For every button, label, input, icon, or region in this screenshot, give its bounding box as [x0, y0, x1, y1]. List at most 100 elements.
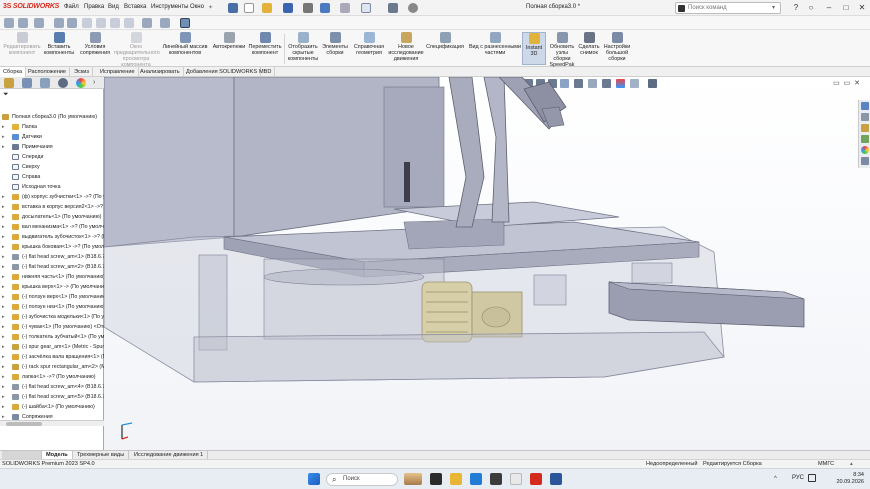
- insert-components-button[interactable]: Вставить компоненты: [42, 32, 76, 56]
- tree-item[interactable]: ▸ (-) чувак<1> (По умолчанию) <Отображени…: [0, 322, 104, 332]
- assembly-features-button[interactable]: Элементы сборки: [320, 32, 350, 56]
- back-icon[interactable]: [4, 18, 14, 28]
- expand-chevron-icon[interactable]: ▸: [2, 312, 5, 322]
- component-preview-button[interactable]: Окно предварительного просмотра компонен…: [114, 32, 160, 68]
- file-explorer-icon[interactable]: [861, 124, 869, 132]
- tree-item[interactable]: ▸ (-) rack spur rectangular_am<2> (Metric…: [0, 362, 104, 372]
- edge-browser-icon[interactable]: [470, 473, 482, 485]
- tree-item[interactable]: ▸ лапка<1> ->? (По умолчанию): [0, 372, 104, 382]
- expand-chevron-icon[interactable]: ▸: [2, 332, 5, 342]
- tab-layout[interactable]: Расположение: [25, 67, 71, 77]
- linear-pattern-button[interactable]: Линейный массив компонентов: [160, 32, 210, 56]
- filter-icon[interactable]: [67, 18, 77, 28]
- home-icon[interactable]: [228, 3, 238, 13]
- appearances-icon[interactable]: [861, 146, 869, 154]
- housing-left-wall[interactable]: [104, 77, 235, 248]
- spur-gear[interactable]: [421, 281, 473, 343]
- expand-chevron-icon[interactable]: ▸: [2, 292, 5, 302]
- expand-chevron-icon[interactable]: ▸: [2, 272, 5, 282]
- expand-chevron-icon[interactable]: ▸: [2, 122, 5, 132]
- tree-item[interactable]: ▸ (-) ползун низ<1> (По умолчанию): [0, 302, 104, 312]
- tree-item[interactable]: ▸ крышка верх<1> -> (По умолчанию): [0, 282, 104, 292]
- tab-mbd[interactable]: MBD: [256, 67, 276, 77]
- tree-item[interactable]: ▸ (-) flat head screw_am<1> (B18.6.7M): [0, 252, 104, 262]
- task-view-icon[interactable]: [430, 473, 442, 485]
- expand-chevron-icon[interactable]: ▸: [2, 232, 5, 242]
- menu-window[interactable]: Окно: [190, 4, 204, 10]
- windows-start-icon[interactable]: [308, 473, 320, 485]
- graphics-viewport[interactable]: ▭ ▭ ✕: [104, 77, 870, 450]
- shaft-cylinder[interactable]: [263, 268, 425, 286]
- tree-item[interactable]: ▸ вал механизма<1> ->? (По умолчанию): [0, 222, 104, 232]
- move-component-button[interactable]: Переместить компонент: [247, 32, 283, 56]
- tree-item[interactable]: ▸ (-) ползун верх<1> (По умолчанию): [0, 292, 104, 302]
- expand-chevron-icon[interactable]: ▸: [2, 192, 5, 202]
- new-motion-study-button[interactable]: Новое исследование движения: [388, 32, 424, 62]
- tree-filter-icon[interactable]: ⏷: [3, 91, 9, 99]
- property-manager-icon[interactable]: [22, 78, 32, 88]
- configuration-manager-icon[interactable]: [40, 78, 50, 88]
- system-clock[interactable]: 8:34 20.09.2026: [820, 472, 864, 486]
- tree-item[interactable]: ▸ выдвигатель зубочисток<1> ->? (По умолч…: [0, 232, 104, 242]
- solidworks-logo[interactable]: 3S SOLIDWORKS: [3, 3, 59, 10]
- hide-show-icon[interactable]: [160, 18, 170, 28]
- expand-chevron-icon[interactable]: ▸: [2, 142, 5, 152]
- raised-platform-front[interactable]: [403, 218, 505, 250]
- user-icon[interactable]: ○: [805, 2, 817, 14]
- assembly-3d-model[interactable]: [104, 77, 870, 450]
- undo-icon[interactable]: [320, 3, 330, 13]
- bottom-plate[interactable]: [193, 331, 725, 383]
- save-icon[interactable]: [283, 3, 293, 13]
- forward-icon[interactable]: [18, 18, 28, 28]
- tree-item[interactable]: ▸ (-) засчёлка вала вращения<1> (По умолч…: [0, 352, 104, 362]
- expand-chevron-icon[interactable]: ▸: [2, 242, 5, 252]
- pane-expand-chevron-icon[interactable]: ›: [93, 78, 103, 88]
- pane-horizontal-scrollbar[interactable]: [0, 420, 104, 426]
- tree-item[interactable]: ▸ Датчики: [0, 132, 104, 142]
- widgets-icon[interactable]: [404, 473, 422, 485]
- tab-sketch[interactable]: Эскиз: [71, 67, 93, 77]
- tree-item[interactable]: ▸ (-) толкатель зубчатый<1> (По умолчанию…: [0, 332, 104, 342]
- view-palette-icon[interactable]: [861, 135, 869, 143]
- tree-item[interactable]: ▸ (-) flat head screw_am<5> (B18.6.7M): [0, 392, 104, 402]
- feature-manager-icon[interactable]: [4, 78, 14, 88]
- design-library-icon[interactable]: [861, 113, 869, 121]
- expand-chevron-icon[interactable]: ▸: [2, 362, 5, 372]
- tree-item[interactable]: ▸ (-) зубочистка модельки<1> (По умолчани…: [0, 312, 104, 322]
- search-dropdown-icon[interactable]: ▾: [772, 4, 775, 11]
- tab-addins[interactable]: Добавления SOLIDWORKS: [183, 67, 262, 77]
- smart-fasteners-button[interactable]: Автокрепежи: [211, 32, 247, 50]
- expand-chevron-icon[interactable]: ▸: [2, 372, 5, 382]
- expand-chevron-icon[interactable]: ▸: [2, 352, 5, 362]
- expand-chevron-icon[interactable]: ▸: [2, 212, 5, 222]
- expand-chevron-icon[interactable]: ▸: [2, 392, 5, 402]
- expand-chevron-icon[interactable]: ▸: [2, 402, 5, 412]
- solidworks-taskbar-icon[interactable]: [530, 473, 542, 485]
- expand-chevron-icon[interactable]: ▸: [2, 382, 5, 392]
- solidworks-resources-icon[interactable]: [861, 102, 869, 110]
- open-folder-icon[interactable]: [262, 3, 272, 13]
- custom-properties-icon[interactable]: [861, 157, 869, 165]
- input-language[interactable]: РУС: [792, 475, 804, 481]
- tree-item[interactable]: Исходная точка: [0, 182, 104, 192]
- settings-gear-icon[interactable]: [408, 3, 418, 13]
- expand-chevron-icon[interactable]: ▸: [2, 262, 5, 272]
- select-cursor-icon[interactable]: [361, 3, 371, 13]
- word-taskbar-icon[interactable]: [550, 473, 562, 485]
- mate-icon[interactable]: [54, 18, 64, 28]
- exploded-view-button[interactable]: Вид с разнесенными частями: [467, 32, 523, 56]
- section-icon[interactable]: [124, 18, 134, 28]
- display-manager-icon[interactable]: [76, 78, 86, 88]
- tree-root-item[interactable]: Полная сборка3.0 (По умолчанию): [0, 112, 104, 122]
- maximize-icon[interactable]: □: [840, 2, 852, 14]
- command-search-input[interactable]: Поиск команд ▾: [675, 2, 781, 14]
- tree-item[interactable]: ▸ досылатель<1> (По умолчанию): [0, 212, 104, 222]
- tree-item[interactable]: ▸ (-) flat head screw_am<4> (B18.6.7M): [0, 382, 104, 392]
- tree-item[interactable]: ▸ (-) flat head screw_am<2> (B18.6.7M): [0, 262, 104, 272]
- bom-button[interactable]: Спецификация: [425, 32, 465, 50]
- rebuild-icon[interactable]: [388, 3, 398, 13]
- linkage-leg-right[interactable]: [483, 77, 510, 223]
- menu-tools[interactable]: Инструменты: [151, 4, 188, 10]
- show-hidden-button[interactable]: Отобразить скрытые компоненты: [286, 32, 320, 62]
- expand-chevron-icon[interactable]: ▸: [2, 282, 5, 292]
